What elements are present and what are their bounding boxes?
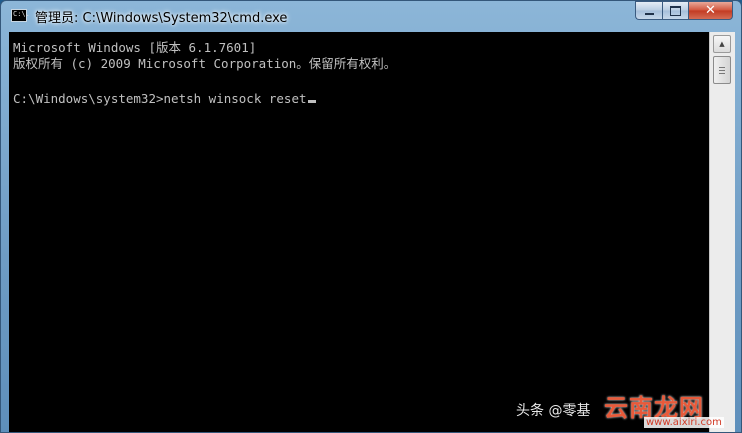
grip-line bbox=[719, 70, 725, 71]
cmd-icon[interactable]: C:\. bbox=[11, 9, 30, 22]
grip-line bbox=[719, 67, 725, 68]
vertical-scrollbar[interactable]: ▲ bbox=[709, 32, 735, 432]
cmd-icon-glyph: C:\. bbox=[13, 10, 30, 18]
text-cursor bbox=[307, 100, 316, 103]
command-text: C:\Windows\system32>netsh winsock reset bbox=[13, 91, 307, 106]
watermark-site-url: www.aixiri.com bbox=[644, 417, 724, 428]
maximize-icon bbox=[670, 5, 681, 16]
watermark-source: 头条 @零基 bbox=[516, 403, 591, 419]
console-line: Microsoft Windows [版本 6.1.7601] bbox=[13, 40, 257, 55]
close-button[interactable]: ✕ bbox=[688, 1, 733, 20]
command-line[interactable]: C:\Windows\system32>netsh winsock reset bbox=[13, 90, 316, 107]
window-title: 管理员: C:\Windows\System32\cmd.exe bbox=[35, 11, 288, 26]
console-output[interactable]: Microsoft Windows [版本 6.1.7601] 版权所有 (c)… bbox=[9, 32, 709, 432]
grip-line bbox=[719, 73, 725, 74]
title-bar[interactable]: C:\. 管理员: C:\Windows\System32\cmd.exe ✕ bbox=[1, 1, 741, 31]
maximize-button[interactable] bbox=[662, 1, 688, 20]
console-line: 版权所有 (c) 2009 Microsoft Corporation。保留所有… bbox=[13, 56, 397, 71]
scroll-thumb[interactable] bbox=[713, 56, 731, 84]
close-icon: ✕ bbox=[705, 3, 716, 18]
minimize-icon bbox=[644, 12, 654, 15]
window-controls: ✕ bbox=[635, 1, 733, 21]
cmd-window: C:\. 管理员: C:\Windows\System32\cmd.exe ✕ … bbox=[0, 0, 742, 433]
minimize-button[interactable] bbox=[635, 1, 662, 20]
scroll-up-button[interactable]: ▲ bbox=[713, 35, 731, 53]
scroll-up-arrow-icon: ▲ bbox=[719, 40, 725, 48]
